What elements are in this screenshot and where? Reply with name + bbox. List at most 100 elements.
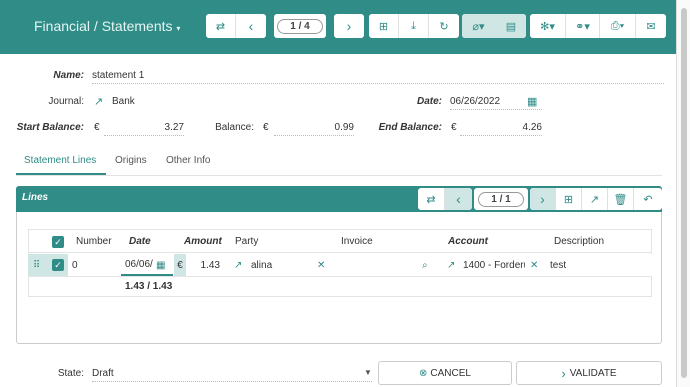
tab-other-info[interactable]: Other Info — [166, 155, 210, 166]
lines-delete-button[interactable]: 🗑 — [608, 188, 634, 210]
end-balance-field[interactable]: 4.26 — [460, 122, 542, 136]
lines-title: Lines — [22, 192, 49, 203]
nav-group: ⇄ ‹ — [206, 14, 266, 38]
calendar-icon[interactable]: ▦ — [156, 254, 165, 276]
lines-actions: › ⊞ ↗ 🗑 ↶ — [530, 188, 662, 210]
notes-button[interactable]: ▤ — [496, 14, 526, 38]
new-record-button[interactable]: ⊞ — [369, 14, 399, 38]
chevron-right-icon: › — [540, 191, 545, 207]
balance-currency: € — [263, 122, 269, 133]
start-balance-field[interactable]: 3.27 — [104, 122, 184, 136]
name-label: Name: — [53, 70, 84, 81]
start-currency: € — [94, 122, 100, 133]
scrollbar-thumb[interactable] — [681, 8, 687, 378]
chevron-left-icon: ‹ — [248, 18, 254, 34]
chevron-right-icon: › — [561, 365, 566, 381]
table-header-line — [28, 252, 652, 253]
balance-field: 0.99 — [274, 122, 354, 136]
attachment-button[interactable]: ⌀▾ — [462, 14, 496, 38]
link-icon: ⚭▾ — [575, 20, 590, 33]
refresh-icon: ↻ — [439, 20, 449, 33]
print-button[interactable]: ⎙▾ — [600, 14, 636, 38]
scrollbar[interactable] — [676, 0, 690, 387]
row-invoice[interactable] — [341, 254, 401, 276]
lines-open-button[interactable]: ↗ — [582, 188, 608, 210]
save-button[interactable]: ⤓ — [399, 14, 429, 38]
switch-view-button[interactable]: ⇄ — [206, 14, 236, 38]
calendar-icon[interactable]: ▦ — [527, 95, 537, 108]
col-date[interactable]: Date — [129, 236, 151, 247]
tab-origins[interactable]: Origins — [115, 155, 147, 166]
row-number[interactable]: 0 — [72, 254, 78, 276]
col-amount[interactable]: Amount — [184, 236, 222, 247]
paperclip-icon: ⌀▾ — [472, 20, 485, 33]
open-external-icon: ↗ — [589, 193, 600, 206]
open-external-icon[interactable]: ↗ — [447, 254, 455, 276]
row-checkbox[interactable]: ✓ — [52, 259, 64, 271]
lines-next-button[interactable]: › — [530, 188, 556, 210]
lines-pager-text: 1 / 1 — [478, 191, 524, 207]
trash-icon: 🗑 — [613, 193, 628, 206]
table-row-line — [28, 276, 652, 277]
tab-statement-lines[interactable]: Statement Lines — [24, 155, 96, 166]
validate-button[interactable]: › VALIDATE — [516, 361, 662, 385]
row-account[interactable]: 1400 - Forderu — [463, 254, 525, 276]
download-icon: ⤓ — [411, 19, 416, 32]
drag-handle-icon[interactable]: ⠿ — [33, 254, 40, 276]
col-number[interactable]: Number — [76, 236, 112, 247]
gears-icon: ✻▾ — [540, 20, 555, 33]
envelope-icon: ✉ — [646, 20, 656, 33]
lines-add-button[interactable]: ⊞ — [556, 188, 582, 210]
select-all-checkbox[interactable]: ✓ — [52, 236, 64, 248]
journal-field[interactable]: Bank — [112, 96, 135, 107]
col-party[interactable]: Party — [235, 236, 258, 247]
undo-icon: ↶ — [643, 193, 653, 206]
amount-sum: 1.43 / 1.43 — [125, 281, 173, 292]
breadcrumb-title[interactable]: Financial / Statements ▾ — [34, 18, 180, 34]
open-external-icon[interactable]: ↗ — [94, 95, 103, 108]
row-description[interactable]: test — [550, 254, 566, 276]
lines-switch-button[interactable]: ⇄ — [418, 188, 445, 210]
lines-pager: 1 / 1 — [474, 188, 528, 210]
col-account[interactable]: Account — [448, 236, 488, 247]
next-record-button[interactable]: › — [334, 14, 364, 38]
row-party[interactable]: alina — [251, 254, 272, 276]
print-icon: ⎙▾ — [610, 19, 625, 32]
lines-nav: ⇄ ‹ — [418, 188, 472, 210]
state-select[interactable]: Draft — [92, 368, 372, 382]
relate-button[interactable]: ⚭▾ — [566, 14, 600, 38]
col-description[interactable]: Description — [554, 236, 604, 247]
plus-square-icon: ⊞ — [378, 20, 389, 33]
search-icon[interactable]: ⌕ — [422, 254, 428, 276]
clear-icon[interactable]: ✕ — [317, 254, 325, 276]
cancel-button[interactable]: ⊗ CANCEL — [378, 361, 512, 385]
chevron-left-icon: ‹ — [456, 191, 461, 207]
state-label: State: — [57, 368, 84, 379]
lines-undo-button[interactable]: ↶ — [634, 188, 662, 210]
open-external-icon[interactable]: ↗ — [234, 254, 242, 276]
plus-square-icon: ⊞ — [563, 193, 574, 206]
name-field[interactable]: statement 1 — [92, 70, 664, 84]
validate-label: VALIDATE — [569, 367, 617, 379]
col-invoice[interactable]: Invoice — [341, 236, 373, 247]
email-button[interactable]: ✉ — [636, 14, 666, 38]
previous-record-button[interactable]: ‹ — [236, 14, 266, 38]
lines-prev-button[interactable]: ‹ — [445, 188, 472, 210]
switch-icon: ⇄ — [426, 193, 436, 206]
end-balance-label: End Balance: — [378, 122, 442, 133]
start-balance-label: Start Balance: — [16, 122, 84, 133]
row-amount[interactable]: 1.43 — [196, 254, 220, 276]
journal-label: Journal: — [48, 96, 84, 107]
tab-divider — [16, 175, 662, 176]
end-currency: € — [451, 122, 457, 133]
chevron-right-icon: › — [346, 18, 352, 34]
cancel-label: CANCEL — [430, 367, 471, 379]
row-date-value: 06/06/ — [125, 258, 153, 270]
row-currency: € — [174, 254, 186, 276]
reload-button[interactable]: ↻ — [429, 14, 459, 38]
switch-icon: ⇄ — [215, 20, 226, 33]
record-actions: ⊞ ⤓ ↻ — [369, 14, 459, 38]
action-button[interactable]: ✻▾ — [530, 14, 566, 38]
clear-icon[interactable]: ✕ — [530, 254, 538, 276]
chevron-down-icon[interactable]: ▼ — [364, 368, 372, 377]
